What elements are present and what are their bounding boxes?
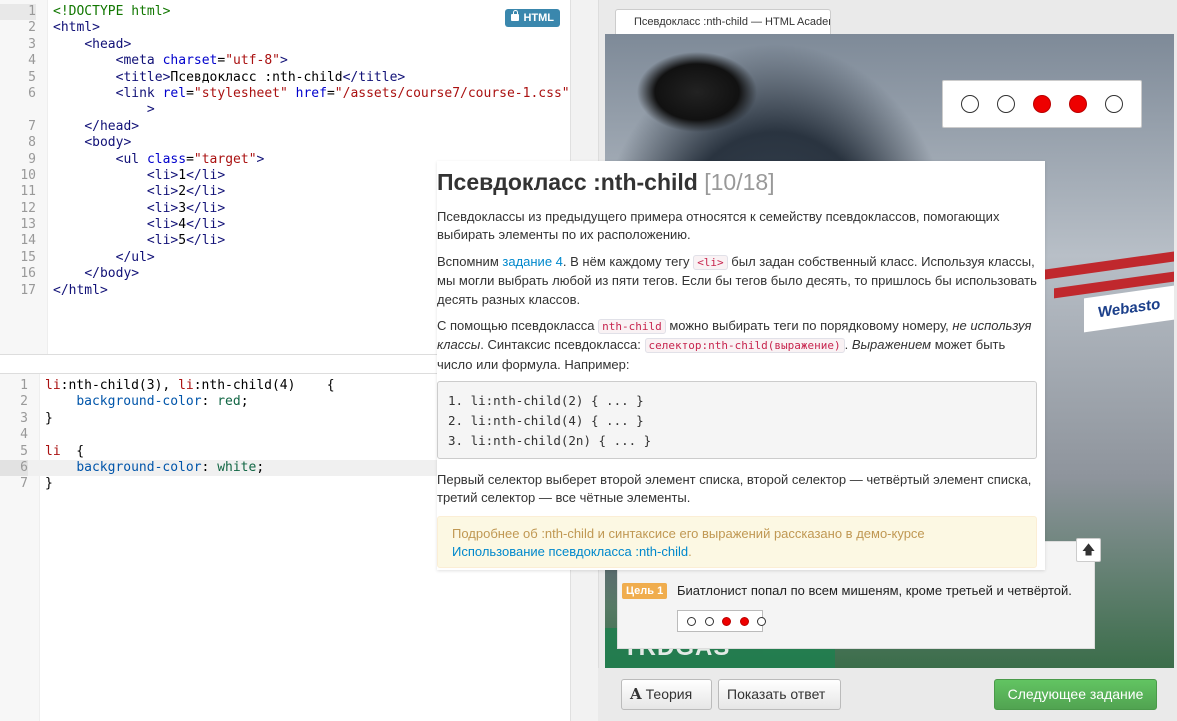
popup-title: Псевдокласс :nth-child [10/18] [437,169,775,195]
target-circle [739,617,749,626]
code-line[interactable]: > [0,102,570,118]
line-number: 5 [20,443,28,459]
show-answer-button[interactable]: Показать ответ [718,679,841,710]
line-number: 10 [20,167,36,183]
biathlon-targets [942,80,1142,128]
target-circle [1033,95,1051,113]
line-number: 14 [20,233,36,249]
line-number: 3 [28,36,36,52]
nth-child-code: nth-child [598,319,666,334]
code-text: <body> [84,135,132,151]
html-readonly-badge: HTML [505,9,560,27]
code-text: <html> [53,20,100,36]
code-text: } [45,410,53,426]
theory-icon: A [630,685,642,703]
goal-targets [677,610,766,632]
line-number: 15 [20,249,36,265]
line-number: 9 [28,151,36,167]
line-number: 12 [20,200,36,216]
demo-course-link[interactable]: Использование псевдокласса :nth-child [452,544,688,559]
line-number: 1 [0,4,36,21]
code-line[interactable]: 2 <html> [0,20,570,36]
code-line[interactable]: 5 <title>Псевдокласс :nth-child</title> [0,70,570,86]
line-number: 6 [0,459,28,477]
code-text: <head> [84,36,132,52]
target-circle [722,617,731,626]
popup-paragraph-3: С помощью псевдокласса nth-child можно в… [437,318,1032,372]
code-line[interactable]: 1 <!DOCTYPE html> [0,4,570,21]
code-text: </head> [84,118,140,134]
code-text: li { [45,443,85,459]
task-4-link[interactable]: задание 4 [502,254,563,269]
info-note: Подробнее об :nth-child и синтаксисе его… [437,516,1037,568]
scroll-up-button[interactable]: 🡅 [1076,538,1101,562]
code-line[interactable]: 4 <meta charset="utf-8"> [0,53,570,69]
code-text: background-color: red; [76,394,249,410]
line-number: 8 [28,135,36,151]
arrow-up-icon: 🡅 [1081,542,1096,557]
code-text: <li>2</li> [146,184,226,200]
line-number: 17 [20,282,36,298]
target-circle [961,95,979,113]
next-task-button[interactable]: Следующее задание [994,679,1157,710]
goal-text: Биатлонист попал по всем мишеням, кроме … [677,583,1072,598]
code-text: > [146,102,155,118]
lock-icon [511,10,520,21]
code-text: } [45,476,53,492]
popup-paragraph-4: Первый селектор выберет второй элемент с… [437,472,1032,506]
code-line[interactable]: 8 <body> [0,135,570,151]
theory-button[interactable]: A Теория [621,679,712,710]
line-number: 3 [20,410,28,426]
code-text: </ul> [115,249,155,265]
code-text: <ul class="target"> [115,151,265,167]
target-circle [1069,95,1087,113]
line-number: 4 [28,53,36,69]
line-number: 11 [20,184,36,200]
code-text: <li>4</li> [146,217,226,233]
sponsor-sign: Webasto [1084,285,1174,333]
line-number: 7 [28,118,36,134]
bottom-toolbar: A Теория Показать ответ Следующее задание [598,668,1177,721]
target-circle [704,617,714,626]
target-circle [757,617,766,626]
code-text: <meta charset="utf-8"> [115,53,288,69]
target-circle [687,617,696,626]
code-text: background-color: white; [76,459,265,475]
line-number: 7 [20,476,28,492]
goal-badge: Цель 1 [622,583,668,599]
line-number: 4 [20,427,28,443]
code-line[interactable]: 7 </head> [0,119,570,135]
line-number: 13 [20,217,36,233]
line-number: 5 [28,69,36,85]
popup-paragraph-1: Псевдоклассы из предыдущего примера отно… [437,209,1000,243]
code-text: </html> [53,282,108,298]
preview-tab[interactable]: Псевдокласс :nth-child — HTML Academy [615,9,831,34]
popup-paragraph-2: Вспомним задание 4. В нём каждому тегу <… [437,254,1037,307]
code-text: </body> [84,266,140,282]
li-code: <li> [693,255,728,270]
task-counter: [10/18] [704,169,775,195]
code-text: <!DOCTYPE html> [53,4,171,19]
code-text: <li>1</li> [146,167,226,183]
syntax-code: селектор:nth-child(выражение) [644,338,845,354]
line-number: 1 [20,378,28,393]
line-number: 6 [28,85,36,101]
line-number: 2 [28,20,36,36]
code-text: li:nth-child(3), li:nth-child(4) { [45,378,335,393]
theory-popup: Псевдокласс :nth-child [10/18] Псевдокла… [437,161,1045,570]
code-text: <link rel="stylesheet" href="/assets/cou… [115,85,570,101]
code-example: 1. li:nth-child(2) { ... } 2. li:nth-chi… [437,381,1037,459]
code-text: <li>3</li> [146,200,226,216]
target-circle [997,95,1015,113]
code-text: <title>Псевдокласс :nth-child</title> [115,69,406,85]
code-text: <li>5</li> [146,233,226,249]
line-number: 16 [20,266,36,282]
code-line[interactable]: 3 <head> [0,37,570,53]
target-circle [1105,95,1123,113]
line-number: 2 [20,394,28,410]
code-line[interactable]: 6 <link rel="stylesheet" href="/assets/c… [0,86,570,102]
